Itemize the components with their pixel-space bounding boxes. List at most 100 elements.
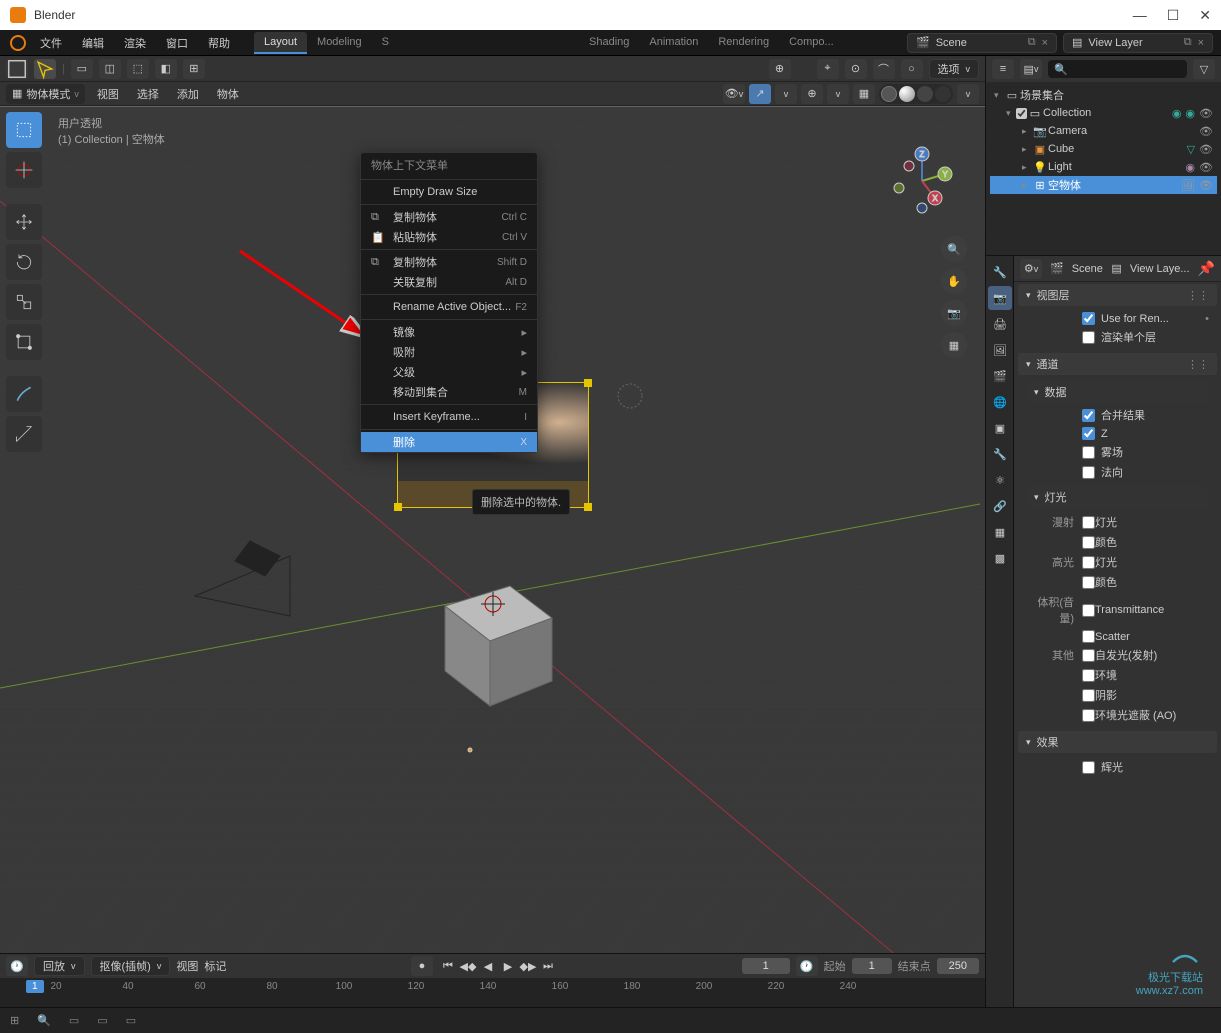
drag-action-button[interactable]: ⊕ <box>769 59 791 79</box>
chk-combined[interactable] <box>1082 409 1095 422</box>
select-mode-5[interactable]: ⊞ <box>183 59 205 79</box>
prop-tab-physics[interactable]: ⚛ <box>988 468 1012 492</box>
prop-tab-data[interactable]: ▦ <box>988 520 1012 544</box>
visibility-dropdown[interactable]: 👁 v <box>723 84 745 104</box>
close-button[interactable]: ✕ <box>1199 7 1211 24</box>
menu-help[interactable]: 帮助 <box>200 32 238 54</box>
blender-menu-icon[interactable] <box>8 33 28 53</box>
panel-effects[interactable]: ▾效果 <box>1018 731 1217 753</box>
object-menu[interactable]: 物体 <box>211 83 245 105</box>
prop-tab-output[interactable]: 🖨 <box>988 312 1012 336</box>
tab-compositing[interactable]: Compo... <box>779 32 844 54</box>
prop-tab-scene[interactable]: 🎬 <box>988 364 1012 388</box>
current-frame[interactable]: 1 <box>742 958 790 974</box>
gizmo-toggle[interactable]: ↗ <box>749 84 771 104</box>
outliner-filter[interactable]: ▽ <box>1193 59 1215 79</box>
chk-diffuse-color[interactable] <box>1082 536 1095 549</box>
cm-delete[interactable]: 删除X <box>361 432 537 452</box>
menu-file[interactable]: 文件 <box>32 32 70 54</box>
cm-copy-objects[interactable]: ⧉复制物体Ctrl C <box>361 207 537 227</box>
prop-options-button[interactable]: ⚙v <box>1020 259 1042 279</box>
cm-parent[interactable]: 父级▸ <box>361 362 537 382</box>
tab-sculpting[interactable]: S <box>372 32 399 54</box>
cm-paste-objects[interactable]: 📋粘贴物体Ctrl V <box>361 227 537 247</box>
chk-single-layer[interactable] <box>1082 331 1095 344</box>
timeline-track[interactable]: 1 20406080100120140160180200220240 <box>0 978 985 1007</box>
chk-mist[interactable] <box>1082 446 1095 459</box>
viewlayer-selector[interactable]: ▤ View Layer ⧉ × <box>1063 33 1213 53</box>
select-mode-1[interactable]: ▭ <box>71 59 93 79</box>
overlay-dropdown[interactable]: v <box>827 84 849 104</box>
navigation-gizmo[interactable]: Z Y X <box>887 146 957 216</box>
subpanel-data[interactable]: ▾数据 <box>1026 381 1209 403</box>
view-menu[interactable]: 视图 <box>91 83 125 105</box>
playhead[interactable]: 1 <box>26 980 44 993</box>
tab-animation[interactable]: Animation <box>639 32 708 54</box>
prop-tab-object[interactable]: ▣ <box>988 416 1012 440</box>
add-menu[interactable]: 添加 <box>171 83 205 105</box>
panel-passes[interactable]: ▾通道⋮⋮ <box>1018 353 1217 375</box>
tree-collection[interactable]: ▾▭Collection◉◉👁 <box>990 104 1217 122</box>
tree-scene-collection[interactable]: ▾▭场景集合 <box>990 86 1217 104</box>
cm-rename[interactable]: Rename Active Object...F2 <box>361 297 537 317</box>
chk-scatter[interactable] <box>1082 630 1095 643</box>
zoom-button[interactable]: 🔍 <box>941 236 967 262</box>
tool-cursor[interactable] <box>6 152 42 188</box>
minimize-button[interactable]: — <box>1133 7 1147 24</box>
prop-tab-viewlayer[interactable]: 🖼 <box>988 338 1012 362</box>
orientation-button[interactable]: ⌖ <box>817 59 839 79</box>
prop-tab-constraints[interactable]: 🔗 <box>988 494 1012 518</box>
keyframe-prev[interactable]: ◀◆ <box>459 957 477 975</box>
proportional-button[interactable]: ○ <box>901 59 923 79</box>
scene-selector[interactable]: 🎬 Scene ⧉ × <box>907 33 1057 53</box>
timeline-marker-menu[interactable]: 标记 <box>204 958 226 974</box>
tool-rotate[interactable] <box>6 244 42 280</box>
outliner-display-mode[interactable]: ▤v <box>1020 59 1042 79</box>
cm-insert-keyframe[interactable]: Insert Keyframe...I <box>361 407 537 427</box>
maximize-button[interactable]: ☐ <box>1167 7 1180 24</box>
pivot-button[interactable]: ⊙ <box>845 59 867 79</box>
keyframe-next[interactable]: ◆▶ <box>519 957 537 975</box>
chk-spec-light[interactable] <box>1082 556 1095 569</box>
pin-icon[interactable]: 📌 <box>1198 260 1215 277</box>
outliner-tree[interactable]: ▾▭场景集合 ▾▭Collection◉◉👁 ▸📷Camera👁 ▸▣Cube▽… <box>986 82 1221 255</box>
tree-cube[interactable]: ▸▣Cube▽👁 <box>990 140 1217 158</box>
pan-button[interactable]: ✋ <box>941 268 967 294</box>
shading-modes[interactable] <box>879 84 953 104</box>
chk-bloom[interactable] <box>1082 761 1095 774</box>
chk-env[interactable] <box>1082 669 1095 682</box>
chk-spec-color[interactable] <box>1082 576 1095 589</box>
playback-dropdown[interactable]: 回放 v <box>34 956 85 976</box>
prop-tab-texture[interactable]: ▩ <box>988 546 1012 570</box>
tool-annotate[interactable] <box>6 376 42 412</box>
chk-ao[interactable] <box>1082 709 1095 722</box>
snap-button[interactable]: ⌒ <box>873 59 895 79</box>
cm-snap[interactable]: 吸附▸ <box>361 342 537 362</box>
editor-type-button[interactable] <box>6 59 28 79</box>
chk-shadow[interactable] <box>1082 689 1095 702</box>
cm-duplicate[interactable]: ⧉复制物体Shift D <box>361 252 537 272</box>
tool-scale[interactable] <box>6 284 42 320</box>
outliner-editor-button[interactable]: ≡ <box>992 59 1014 79</box>
chk-use-for-rendering[interactable] <box>1082 312 1095 325</box>
tree-camera[interactable]: ▸📷Camera👁 <box>990 122 1217 140</box>
3d-viewport[interactable]: 用户透视 (1) Collection | 空物体 <box>0 106 985 953</box>
chk-normal[interactable] <box>1082 466 1095 479</box>
options-dropdown[interactable]: 选项 v <box>929 59 980 79</box>
timeline-view-menu[interactable]: 视图 <box>176 958 198 974</box>
start-frame[interactable]: 1 <box>852 958 892 974</box>
shading-dropdown[interactable]: v <box>957 84 979 104</box>
overlay-toggle[interactable]: ⊕ <box>801 84 823 104</box>
end-frame[interactable]: 250 <box>937 958 979 974</box>
play-reverse[interactable]: ◀ <box>479 957 497 975</box>
prop-tab-render[interactable]: 📷 <box>988 286 1012 310</box>
tool-select-box[interactable] <box>6 112 42 148</box>
select-menu[interactable]: 选择 <box>131 83 165 105</box>
cm-move-to-collection[interactable]: 移动到集合M <box>361 382 537 402</box>
cm-empty-draw-size[interactable]: Empty Draw Size <box>361 182 537 202</box>
tool-measure[interactable] <box>6 416 42 452</box>
timeline-editor-button[interactable]: 🕐 <box>6 956 28 976</box>
tool-transform[interactable] <box>6 324 42 360</box>
tab-layout[interactable]: Layout <box>254 32 307 54</box>
chk-transmittance[interactable] <box>1082 604 1095 617</box>
